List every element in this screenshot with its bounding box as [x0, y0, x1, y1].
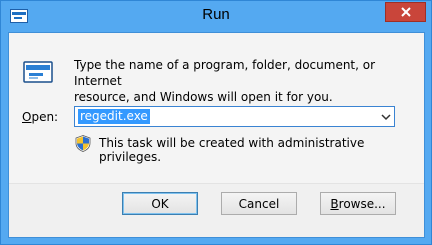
close-icon	[400, 7, 411, 17]
dialog-description: Type the name of a program, folder, docu…	[74, 57, 414, 105]
dialog-client-area: Type the name of a program, folder, docu…	[8, 32, 425, 238]
ok-button[interactable]: OK	[122, 192, 198, 215]
run-dialog-window: Run Type the name of a program, folder, …	[0, 0, 432, 245]
button-bar: OK Cancel Browse...	[9, 183, 424, 237]
description-line: Type the name of a program, folder, docu…	[74, 58, 376, 88]
admin-privileges-note: This task will be created with administr…	[99, 136, 365, 164]
title-bar[interactable]: Run	[1, 1, 431, 32]
ok-button-label: OK	[151, 196, 169, 211]
open-label: Open:	[22, 110, 58, 124]
browse-button-accelerator: B	[330, 196, 339, 211]
window-title: Run	[202, 6, 230, 23]
cancel-button-label: Cancel	[238, 196, 280, 211]
open-combobox[interactable]: regedit.exe	[74, 106, 395, 127]
uac-shield-icon	[75, 135, 91, 152]
open-input-value[interactable]: regedit.exe	[78, 109, 150, 124]
chevron-down-icon[interactable]	[380, 112, 392, 122]
browse-button-label: rowse...	[338, 196, 386, 211]
open-label-text: pen:	[31, 110, 59, 124]
run-app-icon	[23, 61, 53, 83]
browse-button[interactable]: Browse...	[320, 192, 396, 215]
close-button[interactable]	[385, 2, 426, 22]
cancel-button[interactable]: Cancel	[221, 192, 297, 215]
description-line: resource, and Windows will open it for y…	[74, 90, 333, 104]
